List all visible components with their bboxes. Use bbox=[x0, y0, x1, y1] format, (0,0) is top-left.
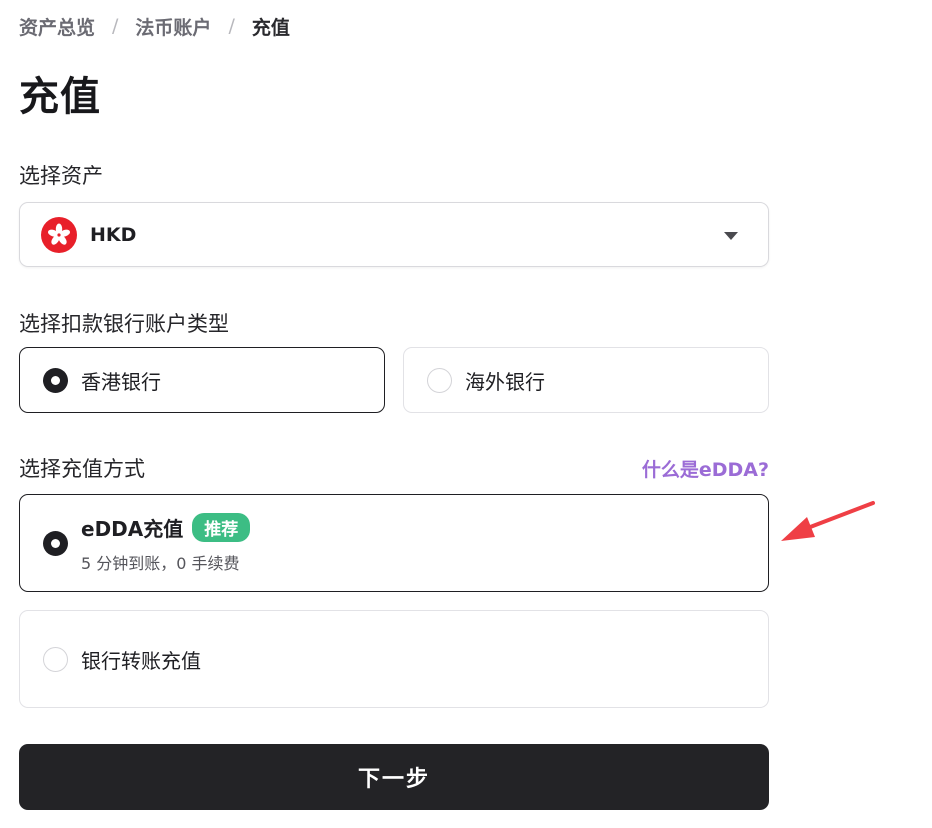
bank-option-label: 海外银行 bbox=[465, 369, 545, 394]
recommended-badge: 推荐 bbox=[192, 512, 251, 542]
next-step-button[interactable]: 下一步 bbox=[19, 744, 769, 810]
method-title-row: eDDA充值 推荐 bbox=[81, 512, 251, 542]
what-is-edda-link[interactable]: 什么是eDDA? bbox=[642, 455, 769, 482]
method-option-text: eDDA充值 推荐 5 分钟到账，0 手续费 bbox=[81, 512, 251, 574]
asset-select-label: 选择资产 bbox=[19, 164, 103, 188]
method-title: 银行转账充值 bbox=[81, 648, 201, 673]
page-title: 充值 bbox=[19, 74, 101, 120]
radio-unselected-icon bbox=[43, 646, 68, 672]
bank-option-overseas[interactable]: 海外银行 bbox=[403, 347, 769, 413]
method-option-bank-transfer[interactable]: 银行转账充值 bbox=[19, 610, 769, 708]
radio-selected-icon bbox=[43, 530, 68, 556]
breadcrumb-item-deposit: 充值 bbox=[251, 16, 290, 39]
method-title: eDDA充值 bbox=[81, 516, 184, 541]
breadcrumb: 资产总览 / 法币账户 / 充值 bbox=[19, 12, 290, 40]
radio-selected-icon bbox=[43, 367, 68, 393]
breadcrumb-item-fiat-account[interactable]: 法币账户 bbox=[135, 13, 211, 40]
bank-type-label: 选择扣款银行账户类型 bbox=[19, 312, 229, 336]
breadcrumb-item-assets-overview[interactable]: 资产总览 bbox=[19, 13, 95, 40]
hong-kong-flag-icon bbox=[41, 216, 77, 253]
bank-option-hong-kong[interactable]: 香港银行 bbox=[19, 347, 385, 413]
method-subtitle: 5 分钟到账，0 手续费 bbox=[81, 553, 240, 573]
annotation-arrow-icon bbox=[781, 501, 875, 541]
method-option-text: 银行转账充值 bbox=[81, 645, 201, 674]
method-option-edda[interactable]: eDDA充值 推荐 5 分钟到账，0 手续费 bbox=[19, 494, 769, 592]
asset-select[interactable]: HKD bbox=[19, 202, 769, 267]
deposit-method-label: 选择充值方式 bbox=[19, 457, 145, 481]
bank-option-label: 香港银行 bbox=[81, 369, 161, 394]
radio-unselected-icon bbox=[427, 367, 452, 393]
asset-select-value: HKD bbox=[90, 223, 137, 246]
breadcrumb-separator: / bbox=[228, 15, 235, 37]
chevron-down-icon bbox=[724, 232, 738, 240]
breadcrumb-separator: / bbox=[112, 15, 119, 37]
